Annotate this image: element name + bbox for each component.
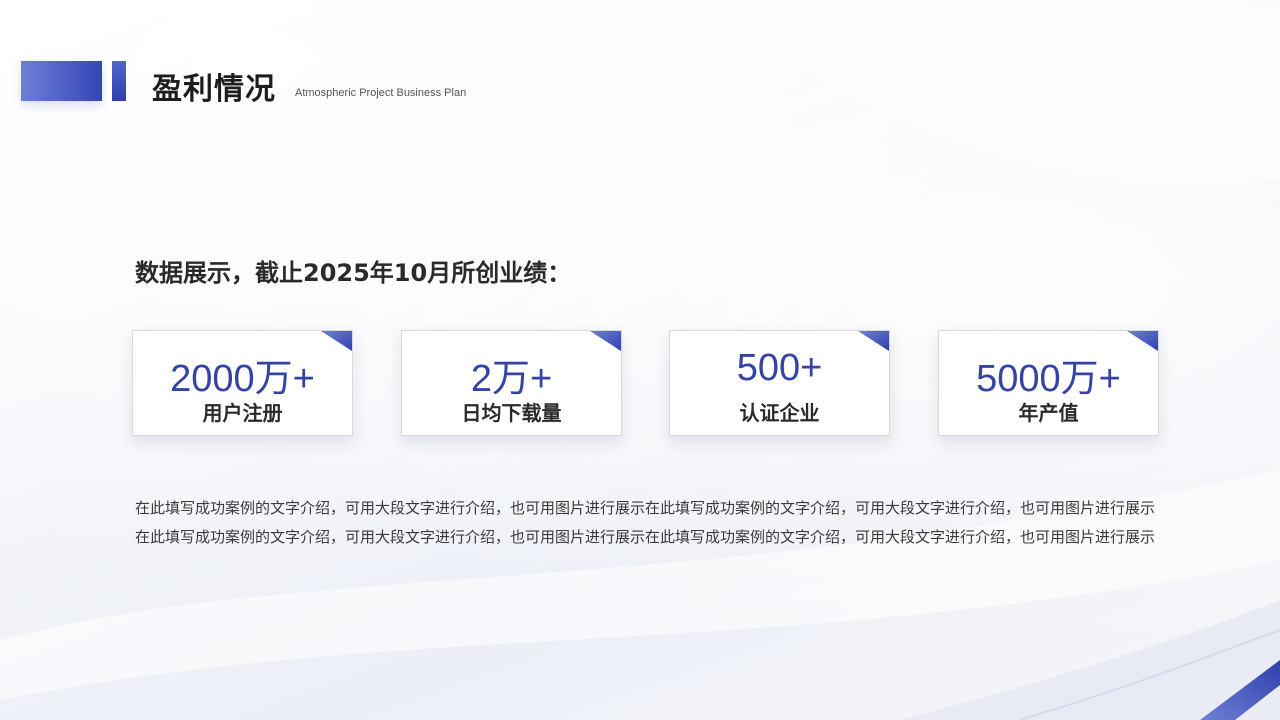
corner-decoration [1200, 660, 1280, 720]
stat-value: 2000万+ [170, 358, 315, 400]
body-paragraph: 在此填写成功案例的文字介绍，可用大段文字进行介绍，也可用图片进行展示在此填写成功… [135, 499, 1156, 546]
stat-value: 500+ [736, 347, 823, 389]
stat-card-downloads: 2万+ 日均下载量 [401, 330, 622, 436]
stat-card-users: 2000万+ 用户注册 [132, 330, 353, 436]
page-title: 盈利情况 [152, 72, 276, 107]
section-heading: 数据展示，截止2025年10月所创业绩： [135, 259, 572, 287]
stat-label: 日均下载量 [461, 401, 562, 425]
stat-label: 用户注册 [202, 401, 283, 425]
stat-cards: 2000万+ 用户注册 2万+ 日均下载量 500+ 认证企业 5000万+ 年… [132, 330, 1159, 436]
stat-label: 年产值 [1018, 401, 1079, 425]
stat-label: 认证企业 [739, 401, 820, 425]
header-accent-bar [21, 61, 102, 101]
stat-value: 2万+ [470, 358, 553, 400]
header-accent-stripe [112, 61, 126, 101]
stat-value: 5000万+ [976, 358, 1121, 400]
stat-card-enterprises: 500+ 认证企业 [669, 330, 890, 436]
page-subtitle: Atmospheric Project Business Plan [295, 87, 467, 99]
stat-card-output: 5000万+ 年产值 [938, 330, 1159, 436]
